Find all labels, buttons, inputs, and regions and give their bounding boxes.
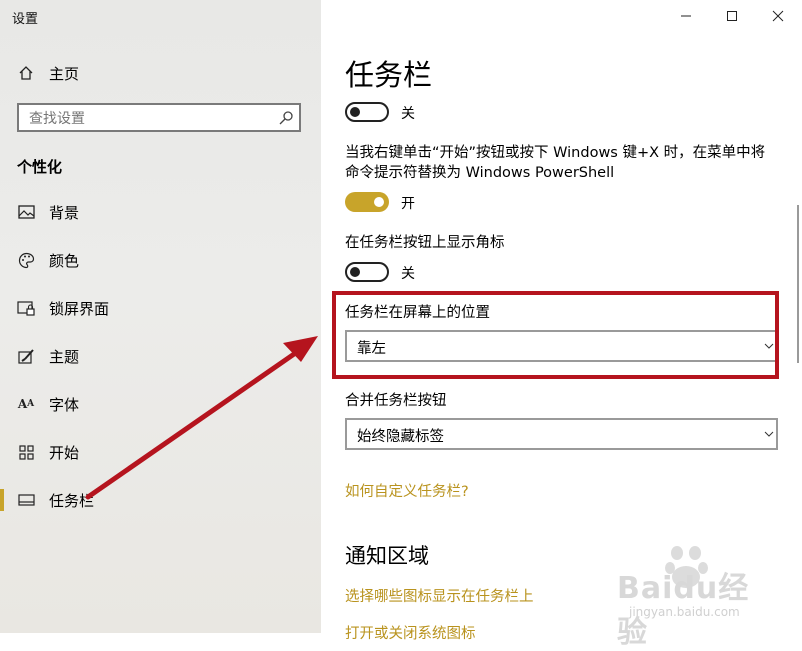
sidebar-item-home-label: 主页 — [49, 64, 80, 83]
combine-buttons-value: 始终隐藏标签 — [357, 429, 444, 445]
search-icon[interactable] — [278, 110, 294, 126]
sidebar-item-label: 开始 — [49, 443, 80, 462]
maximize-button[interactable] — [709, 0, 755, 32]
sidebar-item-label: 锁屏界面 — [49, 299, 110, 318]
minimize-button[interactable] — [663, 0, 709, 32]
powershell-toggle-state: 开 — [401, 196, 415, 212]
palette-icon — [17, 251, 35, 269]
picture-icon — [17, 203, 35, 221]
lockscreen-icon — [17, 299, 35, 317]
sidebar-item-label: 任务栏 — [49, 491, 95, 510]
powershell-setting-description: 当我右键单击“开始”按钮或按下 Windows 键+X 时，在菜单中将命令提示符… — [345, 145, 766, 181]
highlight-box — [332, 291, 779, 379]
home-icon — [17, 64, 35, 82]
toggle-knob — [350, 107, 360, 117]
scrollbar-thumb[interactable] — [797, 205, 799, 363]
toggle-knob — [350, 267, 360, 277]
sidebar-item-lockscreen[interactable]: 锁屏界面 — [0, 288, 321, 328]
sidebar-item-themes[interactable]: 主题 — [0, 336, 321, 376]
search-field[interactable] — [17, 103, 301, 132]
close-icon — [772, 10, 784, 22]
select-icons-link[interactable]: 选择哪些图标显示在任务栏上 — [345, 585, 534, 606]
customize-taskbar-link[interactable]: 如何自定义任务栏? — [345, 480, 469, 501]
badges-toggle[interactable] — [345, 262, 389, 282]
close-button[interactable] — [755, 0, 801, 32]
sidebar-item-label: 颜色 — [49, 251, 80, 270]
start-grid-icon — [17, 443, 35, 461]
sidebar-item-colors[interactable]: 颜色 — [0, 240, 321, 280]
sidebar-item-fonts[interactable]: AA 字体 — [0, 384, 321, 424]
badges-setting-label: 在任务栏按钮上显示角标 — [345, 235, 505, 251]
sidebar-item-label: 字体 — [49, 395, 80, 414]
sidebar-item-start[interactable]: 开始 — [0, 432, 321, 472]
sidebar-item-label: 主题 — [49, 347, 80, 366]
font-icon: AA — [17, 397, 35, 411]
window-title: 设置 — [12, 12, 39, 27]
notification-area-heading: 通知区域 — [345, 544, 429, 568]
sidebar-item-home[interactable]: 主页 — [0, 53, 321, 93]
combine-buttons-label: 合并任务栏按钮 — [345, 393, 447, 409]
sidebar: 设置 主页 个性化 背景 颜色 锁屏界面 主题 AA 字 — [0, 0, 321, 633]
sidebar-item-label: 背景 — [49, 203, 80, 222]
toggle-1-state: 关 — [401, 106, 415, 122]
minimize-icon — [681, 15, 691, 17]
taskbar-icon — [17, 491, 35, 509]
powershell-toggle[interactable] — [345, 192, 389, 212]
page-title: 任务栏 — [345, 58, 433, 92]
search-input[interactable] — [27, 108, 271, 129]
maximize-icon — [727, 11, 737, 21]
toggle-knob — [374, 197, 384, 207]
badges-toggle-state: 关 — [401, 266, 415, 282]
section-title: 个性化 — [17, 158, 63, 176]
sidebar-item-taskbar[interactable]: 任务栏 — [0, 480, 321, 520]
combine-buttons-dropdown[interactable]: 始终隐藏标签 — [345, 418, 778, 450]
chevron-down-icon — [764, 431, 774, 437]
theme-brush-icon — [17, 347, 35, 365]
taskbar-toggle-1[interactable] — [345, 102, 389, 122]
sidebar-item-background[interactable]: 背景 — [0, 192, 321, 232]
